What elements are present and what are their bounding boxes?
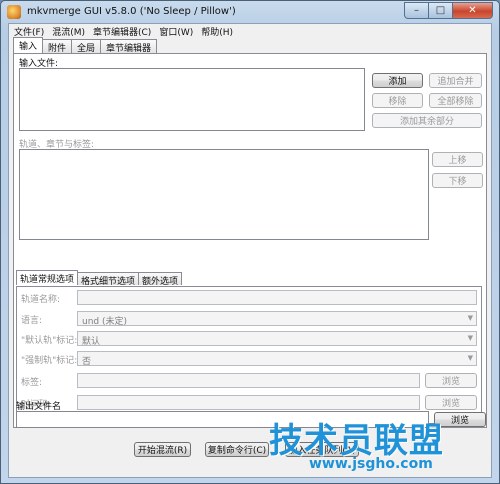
remove-all-button[interactable]: 全部移除	[429, 93, 482, 108]
caption-buttons: – □ ✕	[404, 2, 493, 19]
language-value: und (未定)	[82, 317, 128, 327]
copy-command-line-button[interactable]: 复制命令行(C)	[205, 442, 269, 457]
tab-format-specific-options[interactable]: 格式细节选项	[77, 272, 140, 287]
move-down-button[interactable]: 下移	[432, 173, 483, 188]
menu-help[interactable]: 帮助(H)	[198, 24, 238, 38]
client-area: 文件(F) 混流(M) 章节编辑器(C) 窗口(W) 帮助(H) 输入 附件 全…	[8, 23, 492, 478]
title-bar[interactable]: mkvmerge GUI v5.8.0 ('No Sleep / Pillow'…	[1, 1, 499, 23]
add-other-parts-button[interactable]: 添加其余部分	[372, 113, 482, 128]
chevron-down-icon: ▼	[467, 354, 473, 362]
tab-chapter-editor[interactable]: 章节编辑器	[100, 39, 158, 54]
start-muxing-button[interactable]: 开始混流(R)	[134, 442, 191, 457]
tab-input[interactable]: 输入	[13, 37, 44, 53]
forced-track-label: "强制轨"标记:	[21, 356, 78, 366]
watermark-url: www.jsgho.com	[309, 456, 433, 472]
chevron-down-icon: ▼	[467, 314, 473, 322]
main-tabs: 输入 附件 全局 章节编辑器	[13, 37, 158, 54]
app-icon	[7, 5, 21, 19]
minimize-button[interactable]: –	[404, 2, 429, 19]
tracks-list[interactable]	[19, 149, 429, 240]
menu-file[interactable]: 文件(F)	[11, 24, 49, 38]
tab-extra-options[interactable]: 额外选项	[138, 272, 183, 287]
tags-browse-button[interactable]: 浏览	[425, 373, 477, 388]
watermark-logo-text: 技术员联盟	[269, 421, 444, 461]
timecodes-browse-button[interactable]: 浏览	[425, 395, 477, 410]
track-name-field[interactable]	[77, 290, 477, 305]
add-button[interactable]: 添加	[372, 73, 423, 88]
default-track-label: "默认轨"标记:	[21, 336, 78, 346]
remove-button[interactable]: 移除	[372, 93, 423, 108]
default-track-select[interactable]: 默认 ▼	[77, 331, 477, 347]
track-name-label: 轨道名称:	[21, 295, 61, 305]
default-track-value: 默认	[82, 337, 101, 347]
forced-track-select[interactable]: 否 ▼	[77, 351, 477, 367]
tab-global[interactable]: 全局	[71, 39, 102, 54]
tab-general-track-options[interactable]: 轨道常规选项	[16, 270, 79, 285]
input-files-list[interactable]	[19, 68, 365, 131]
close-button[interactable]: ✕	[453, 2, 493, 19]
chevron-down-icon: ▼	[467, 334, 473, 342]
timecodes-field[interactable]	[77, 395, 420, 410]
move-up-button[interactable]: 上移	[432, 152, 483, 167]
menu-window[interactable]: 窗口(W)	[156, 24, 198, 38]
input-panel: 输入文件: 添加 追加合并 移除 全部移除 添加其余部分 轨道、章节与标签: 上…	[13, 53, 487, 428]
track-options-tabs: 轨道常规选项 格式细节选项 额外选项	[16, 270, 183, 287]
menu-bar: 文件(F) 混流(M) 章节编辑器(C) 窗口(W) 帮助(H)	[9, 24, 491, 38]
track-options-panel: 轨道名称: 语言: und (未定) ▼ "默认轨"标记: 默认 ▼ "强制轨"…	[16, 286, 482, 424]
forced-track-value: 否	[82, 357, 92, 367]
window-title: mkvmerge GUI v5.8.0 ('No Sleep / Pillow'…	[27, 6, 236, 17]
language-label: 语言:	[21, 316, 43, 326]
maximize-button[interactable]: □	[429, 2, 453, 19]
menu-muxing[interactable]: 混流(M)	[49, 24, 90, 38]
menu-chapter-editor[interactable]: 章节编辑器(C)	[90, 24, 156, 38]
tab-attachments[interactable]: 附件	[42, 39, 73, 54]
language-select[interactable]: und (未定) ▼	[77, 311, 477, 327]
append-button[interactable]: 追加合并	[429, 73, 482, 88]
tags-field[interactable]	[77, 373, 420, 388]
main-window: mkvmerge GUI v5.8.0 ('No Sleep / Pillow'…	[0, 0, 500, 484]
tags-label: 标签:	[21, 378, 43, 388]
